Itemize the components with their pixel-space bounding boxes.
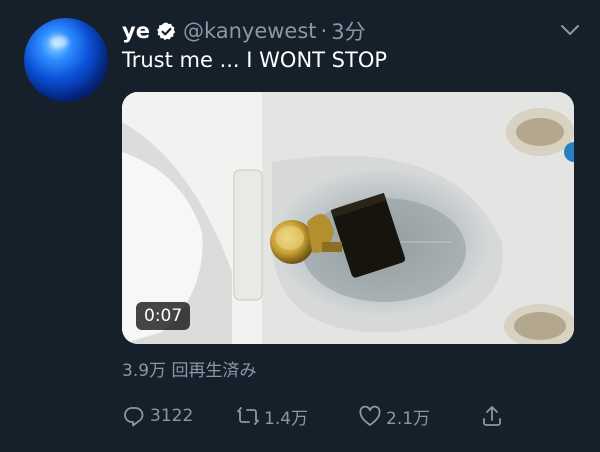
retweet-button[interactable]: 1.4万 <box>236 400 308 432</box>
author-handle[interactable]: @kanyewest <box>183 19 317 43</box>
separator-dot: · <box>320 19 328 43</box>
author-name[interactable]: ye <box>122 19 150 43</box>
view-count: 3.9万 回再生済み <box>122 361 257 381</box>
reply-button[interactable]: 3122 <box>122 400 193 432</box>
avatar[interactable] <box>24 18 108 102</box>
video-player[interactable]: 0:07 <box>122 92 574 344</box>
tweet-time[interactable]: 3分 <box>331 16 365 46</box>
share-button[interactable] <box>480 400 508 432</box>
tweet-text: Trust me ... I WONT STOP <box>122 48 388 72</box>
reply-icon <box>124 407 144 427</box>
like-button[interactable]: 2.1万 <box>358 400 430 432</box>
video-duration: 0:07 <box>136 302 191 330</box>
like-count: 2.1万 <box>386 408 431 429</box>
retweet-count: 1.4万 <box>264 408 309 429</box>
avatar-highlight <box>50 36 68 48</box>
heart-icon <box>359 405 381 426</box>
chevron-down-icon[interactable] <box>558 18 582 42</box>
retweet-icon <box>237 407 259 425</box>
tweet-actions: 3122 1.4万 2.1万 <box>122 400 512 432</box>
tweet[interactable]: ye @kanyewest · 3分 Trust me ... I WONT S… <box>0 0 600 452</box>
share-icon <box>483 406 501 426</box>
verified-badge-icon <box>156 21 177 42</box>
tweet-header: ye @kanyewest · 3分 <box>122 14 366 48</box>
reply-count: 3122 <box>150 406 194 426</box>
